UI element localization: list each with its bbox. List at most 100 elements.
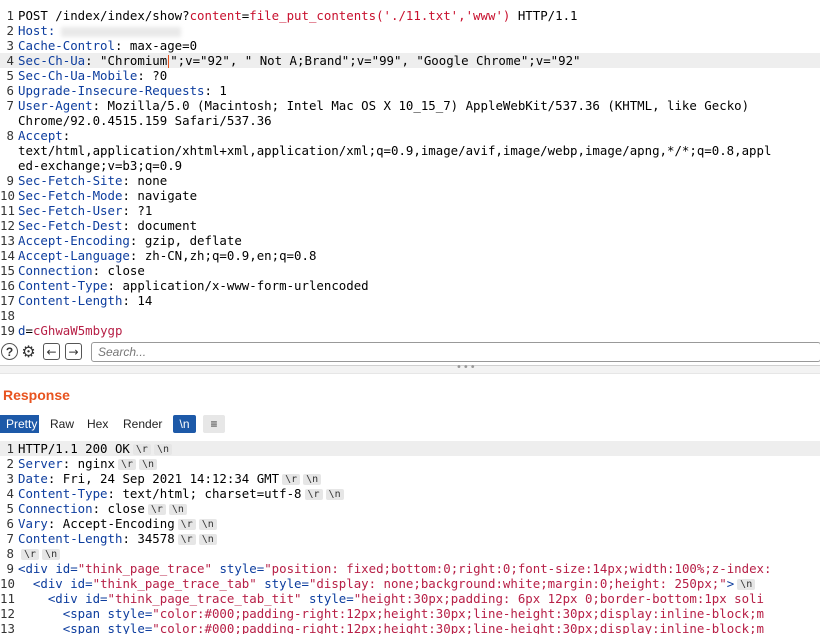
response-line: 9 <div id="think_page_trace" style="posit… bbox=[0, 561, 820, 576]
line-number: 13 bbox=[0, 621, 15, 634]
response-line: 13 <span style="color:#000;padding-right… bbox=[0, 621, 820, 634]
show-newlines-toggle[interactable]: \n bbox=[173, 415, 196, 433]
previous-match-button[interactable]: ← bbox=[43, 343, 60, 360]
response-line-content: <span style="color:#000;padding-right:12… bbox=[18, 606, 764, 621]
response-line-content: Vary: Accept-Encoding \r \n bbox=[18, 516, 217, 531]
line-number: 13 bbox=[0, 233, 15, 248]
arrow-left-icon: ← bbox=[46, 344, 57, 359]
line-ending-marker: \n bbox=[737, 579, 756, 590]
line-number: 6 bbox=[6, 516, 14, 531]
response-editor[interactable]: 1 HTTP/1.1 200 OK \r \n 2 Server: nginx \r \n 3 D… bbox=[0, 440, 820, 634]
line-number: 1 bbox=[6, 8, 14, 23]
redacted-host-value bbox=[61, 26, 182, 37]
next-match-button[interactable]: → bbox=[65, 343, 82, 360]
request-line-content: Cache-Control: max-age=0 bbox=[18, 38, 198, 53]
request-line: 12 Sec-Fetch-Dest: document bbox=[0, 218, 820, 233]
request-line: Chrome/92.0.4515.159 Safari/537.36 bbox=[0, 113, 820, 128]
response-line-content: Content-Length: 34578 \r \n bbox=[18, 531, 217, 546]
line-number: 2 bbox=[6, 456, 14, 471]
response-line: 5 Connection: close \r \n bbox=[0, 501, 820, 516]
request-line: 16 Content-Type: application/x-www-form-u… bbox=[0, 278, 820, 293]
line-number: 14 bbox=[0, 248, 15, 263]
tab-pretty[interactable]: Pretty bbox=[0, 415, 39, 433]
response-line-content: Connection: close \r \n bbox=[18, 501, 187, 516]
line-number: 9 bbox=[6, 173, 14, 188]
response-line-content: <div id="think_page_trace" style="positi… bbox=[18, 561, 772, 576]
response-line: 6 Vary: Accept-Encoding \r \n bbox=[0, 516, 820, 531]
request-line: 19 d=cGhwaW5mbygp bbox=[0, 323, 820, 338]
line-number: 11 bbox=[0, 203, 15, 218]
response-line-content: HTTP/1.1 200 OK \r \n bbox=[18, 441, 172, 456]
request-line: ed-exchange;v=b3;q=0.9 bbox=[0, 158, 820, 173]
response-line-content: <div id="think_page_trace_tab_tit" style… bbox=[18, 591, 765, 606]
response-line: 1 HTTP/1.1 200 OK \r \n bbox=[0, 441, 820, 456]
line-number: 10 bbox=[0, 576, 15, 591]
line-number: 12 bbox=[0, 606, 15, 621]
line-number: 8 bbox=[6, 546, 14, 561]
request-line: 10 Sec-Fetch-Mode: navigate bbox=[0, 188, 820, 203]
line-number: 2 bbox=[6, 23, 14, 38]
request-line-content: Accept: bbox=[18, 128, 71, 143]
response-line-content: Date: Fri, 24 Sep 2021 14:12:34 GMT \r \n bbox=[18, 471, 322, 486]
line-ending-marker: \n bbox=[139, 459, 158, 470]
line-number: 11 bbox=[0, 591, 15, 606]
line-ending-marker: \r bbox=[177, 519, 196, 530]
line-ending-marker: \r bbox=[132, 444, 151, 455]
tab-render[interactable]: Render bbox=[117, 415, 168, 433]
line-number: 1 bbox=[6, 441, 14, 456]
response-line-content: <span style="color:#000;padding-right:12… bbox=[18, 621, 764, 634]
search-input[interactable] bbox=[91, 342, 820, 362]
line-ending-marker: \n bbox=[168, 504, 187, 515]
line-number: 5 bbox=[6, 68, 14, 83]
line-ending-marker: \r bbox=[282, 474, 301, 485]
request-line-content: Connection: close bbox=[18, 263, 145, 278]
tab-hex[interactable]: Hex bbox=[81, 415, 114, 433]
request-line-content: Accept-Encoding: gzip, deflate bbox=[18, 233, 242, 248]
line-number: 4 bbox=[6, 486, 14, 501]
request-line-content: d=cGhwaW5mbygp bbox=[18, 323, 123, 338]
request-line-content: Sec-Fetch-User: ?1 bbox=[18, 203, 153, 218]
request-line-content: Accept-Language: zh-CN,zh;q=0.9,en;q=0.8 bbox=[18, 248, 317, 263]
request-line-content: Sec-Ch-Ua-Mobile: ?0 bbox=[18, 68, 168, 83]
request-line-content: Chrome/92.0.4515.159 Safari/537.36 bbox=[18, 113, 272, 128]
line-number: 10 bbox=[0, 188, 15, 203]
search-bar: ? ⚙ ← → bbox=[0, 341, 820, 363]
line-number: 3 bbox=[6, 471, 14, 486]
request-line: 17 Content-Length: 14 bbox=[0, 293, 820, 308]
request-line-content: text/html,application/xhtml+xml,applicat… bbox=[18, 143, 772, 158]
line-number: 3 bbox=[6, 38, 14, 53]
line-ending-marker: \n bbox=[303, 474, 322, 485]
line-number: 7 bbox=[6, 531, 14, 546]
line-number: 9 bbox=[6, 561, 14, 576]
request-line: 14 Accept-Language: zh-CN,zh;q=0.9,en;q=0… bbox=[0, 248, 820, 263]
line-number: 19 bbox=[0, 323, 15, 338]
response-line-content: Server: nginx \r \n bbox=[18, 456, 158, 471]
response-line: 10 <div id="think_page_trace_tab" style=… bbox=[0, 576, 820, 591]
menu-icon[interactable]: ≡ bbox=[203, 415, 225, 433]
response-line: 11 <div id="think_page_trace_tab_tit" st… bbox=[0, 591, 820, 606]
line-ending-marker: \r bbox=[117, 459, 137, 470]
request-line: 5 Sec-Ch-Ua-Mobile: ?0 bbox=[0, 68, 820, 83]
request-line: 2 Host: bbox=[0, 23, 820, 38]
line-ending-marker: \r bbox=[304, 489, 323, 500]
response-line: 2 Server: nginx \r \n bbox=[0, 456, 820, 471]
request-editor[interactable]: 1 POST /index/index/show?content=file_put… bbox=[0, 0, 820, 340]
drag-handle-icon[interactable]: ••• bbox=[456, 362, 477, 373]
pane-divider[interactable]: ••• bbox=[0, 362, 820, 374]
response-line-content: \r \n bbox=[18, 546, 61, 561]
line-ending-marker: \n bbox=[198, 519, 217, 530]
request-line-content: Sec-Fetch-Site: none bbox=[18, 173, 168, 188]
response-line: 8 \r \n bbox=[0, 546, 820, 561]
response-line-content: Content-Type: text/html; charset=utf-8 \r… bbox=[18, 486, 344, 501]
settings-gear-icon[interactable]: ⚙ bbox=[20, 342, 37, 361]
line-number: 12 bbox=[0, 218, 15, 233]
line-number: 17 bbox=[0, 293, 15, 308]
request-line: 7 User-Agent: Mozilla/5.0 (Macintosh; Int… bbox=[0, 98, 820, 113]
request-line: 11 Sec-Fetch-User: ?1 bbox=[0, 203, 820, 218]
tab-raw[interactable]: Raw bbox=[44, 415, 80, 433]
request-line: 13 Accept-Encoding: gzip, deflate bbox=[0, 233, 820, 248]
line-ending-marker: \r bbox=[147, 504, 166, 515]
request-line: 1 POST /index/index/show?content=file_put… bbox=[0, 8, 820, 23]
line-number: 15 bbox=[0, 263, 15, 278]
help-icon[interactable]: ? bbox=[1, 343, 18, 360]
